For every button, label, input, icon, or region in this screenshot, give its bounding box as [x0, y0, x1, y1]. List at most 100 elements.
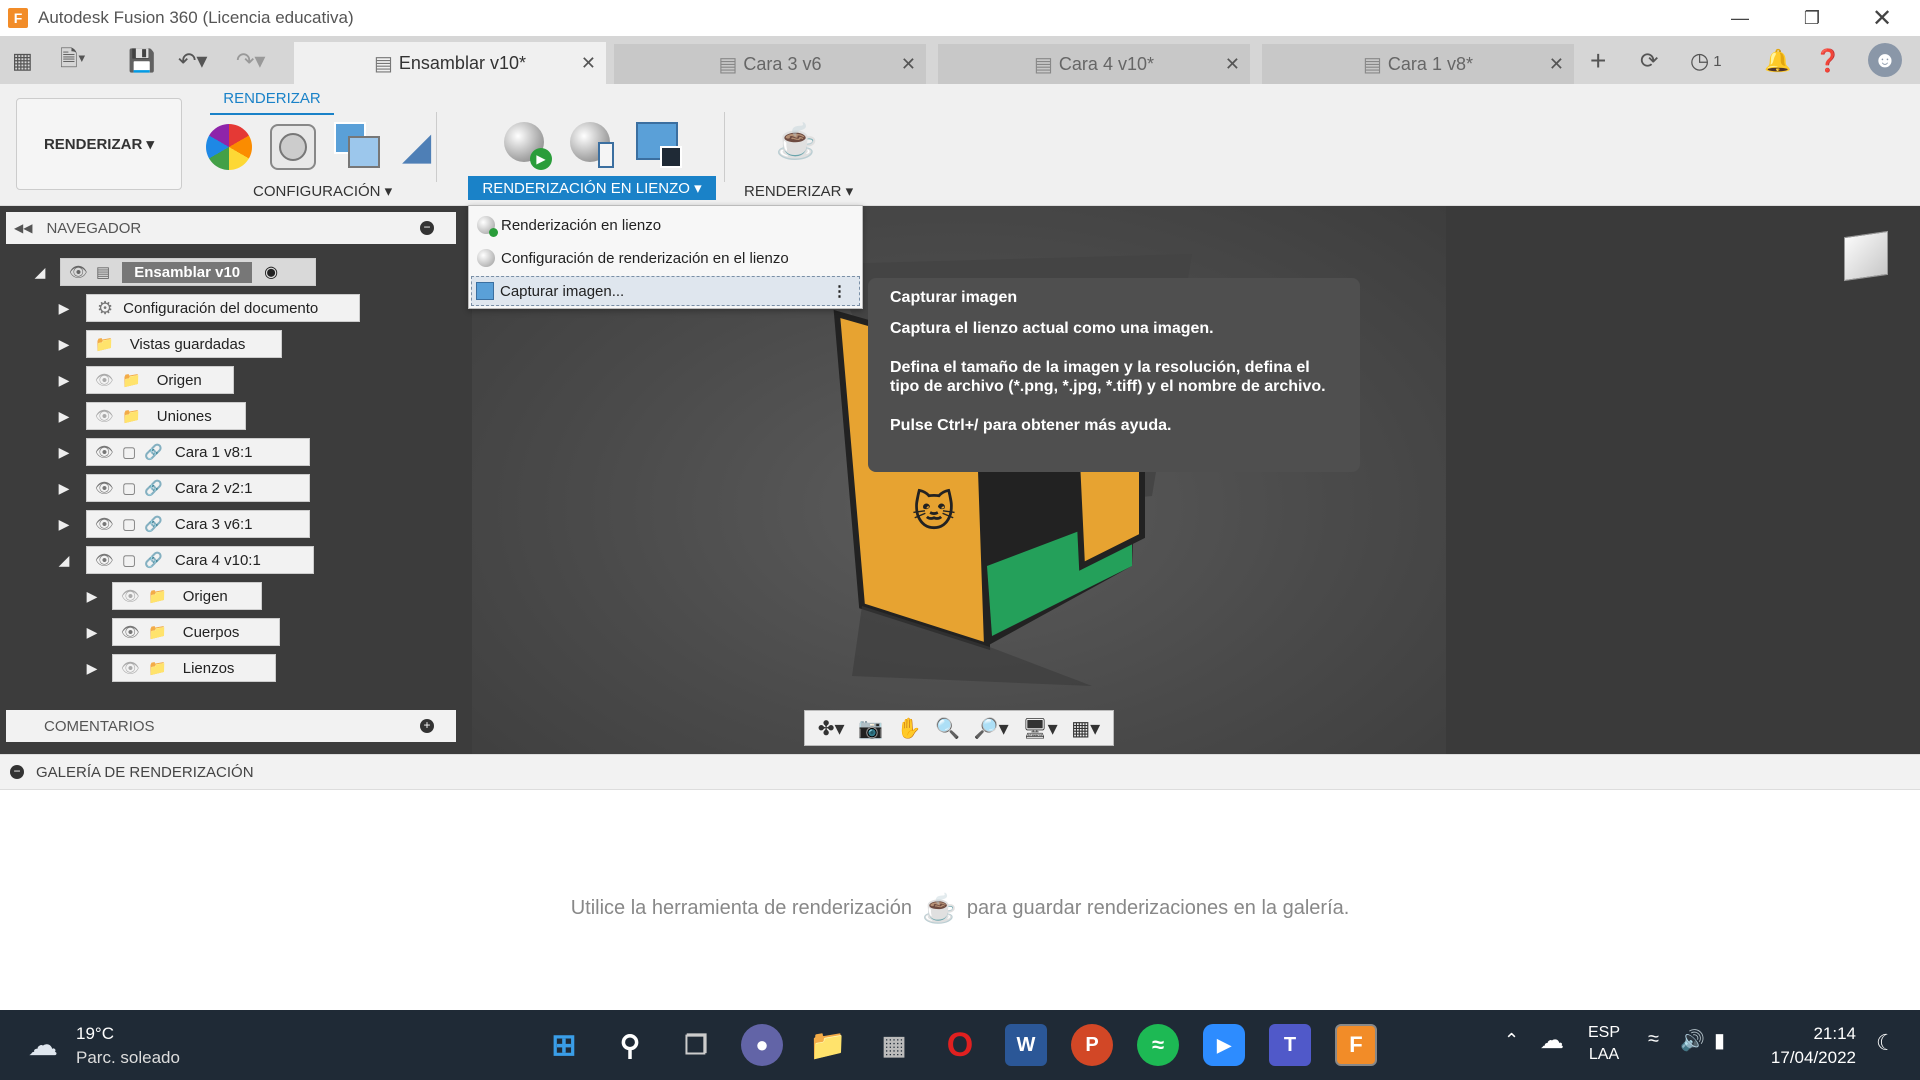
renderizar-group-label[interactable]: RENDERIZAR ▾: [744, 182, 853, 200]
appearance-icon[interactable]: [206, 124, 252, 170]
eye-icon[interactable]: 👁: [69, 263, 88, 281]
tab-renderizar[interactable]: RENDERIZAR: [210, 90, 334, 115]
menu-item-in-canvas-render[interactable]: Renderización en lienzo: [471, 210, 860, 240]
job-status-icon[interactable]: ◷ 1: [1690, 48, 1722, 74]
extensions-icon[interactable]: ⟳: [1640, 48, 1658, 74]
tab-cara-1[interactable]: ▤ Cara 1 v8* ✕: [1262, 44, 1574, 84]
tree-item-doc-settings[interactable]: ⚙ Configuración del documento: [86, 294, 360, 322]
eye-icon[interactable]: 👁: [95, 515, 114, 533]
onedrive-cloud-icon[interactable]: ☁: [1540, 1026, 1564, 1055]
battery-icon[interactable]: ▮: [1714, 1028, 1725, 1053]
add-comment-icon[interactable]: +: [420, 719, 434, 733]
in-canvas-render-icon[interactable]: ▶: [504, 122, 554, 172]
file-explorer-icon[interactable]: 📁: [807, 1024, 849, 1066]
in-canvas-render-settings-icon[interactable]: [570, 122, 620, 172]
expand-arrow-icon[interactable]: ▶: [56, 442, 72, 462]
search-icon[interactable]: ⚲: [609, 1024, 651, 1066]
expand-arrow-icon[interactable]: ▶: [56, 478, 72, 498]
eye-hidden-icon[interactable]: 👁: [95, 371, 114, 389]
notifications-bell-icon[interactable]: 🔔: [1764, 48, 1791, 74]
eye-icon[interactable]: 👁: [95, 443, 114, 461]
opera-icon[interactable]: O: [939, 1024, 981, 1066]
expand-arrow-icon[interactable]: ▶: [56, 514, 72, 534]
collapse-panel-icon[interactable]: ◀◀: [14, 221, 32, 235]
weather-desc[interactable]: Parc. soleado: [76, 1048, 180, 1068]
expand-arrow-icon[interactable]: ▶: [56, 406, 72, 426]
eye-hidden-icon[interactable]: 👁: [95, 407, 114, 425]
clock[interactable]: 21:14 17/04/2022: [1760, 1024, 1856, 1068]
start-windows-icon[interactable]: ⊞: [543, 1024, 585, 1066]
teams-icon[interactable]: T: [1269, 1024, 1311, 1066]
language-indicator[interactable]: ESP LAA: [1588, 1024, 1620, 1064]
orbit-icon[interactable]: ✤▾: [818, 716, 845, 741]
file-menu-icon[interactable]: 🗎▾: [60, 46, 86, 74]
gallery-header[interactable]: − GALERÍA DE RENDERIZACIÓN: [0, 754, 1920, 790]
chat-icon[interactable]: ●: [741, 1024, 783, 1066]
user-avatar[interactable]: ☻: [1868, 43, 1902, 77]
tree-item-origen-sub[interactable]: 👁 📁 Origen: [112, 582, 262, 610]
task-view-icon[interactable]: ❐: [675, 1024, 717, 1066]
display-settings-icon[interactable]: 🖥▾: [1022, 716, 1057, 741]
minimize-panel-icon[interactable]: −: [420, 221, 434, 235]
tree-item-cuerpos[interactable]: 👁 📁 Cuerpos: [112, 618, 280, 646]
scene-settings-icon[interactable]: [270, 124, 316, 170]
more-options-icon[interactable]: ⋮: [832, 282, 847, 300]
app-grid-icon[interactable]: ▦: [12, 48, 33, 74]
texture-map-icon[interactable]: [334, 122, 382, 170]
render-teapot-icon[interactable]: ☕: [772, 122, 822, 162]
menu-item-render-settings[interactable]: Configuración de renderización en el lie…: [471, 243, 860, 273]
grid-icon[interactable]: ▦▾: [1071, 716, 1100, 741]
viewcube[interactable]: [1844, 230, 1888, 282]
expand-arrow-icon[interactable]: ▶: [56, 370, 72, 390]
render-lienzo-group-label[interactable]: RENDERIZACIÓN EN LIENZO ▾: [468, 176, 716, 200]
close-tab-icon[interactable]: ✕: [581, 53, 596, 74]
navegador-header[interactable]: ◀◀ NAVEGADOR −: [6, 212, 456, 244]
tray-chevron-icon[interactable]: ⌃: [1504, 1030, 1519, 1051]
tree-item-uniones[interactable]: 👁 📁 Uniones: [86, 402, 246, 430]
close-tab-icon[interactable]: ✕: [1549, 54, 1564, 75]
workspace-switcher-button[interactable]: RENDERIZAR ▾: [16, 98, 182, 190]
volume-icon[interactable]: 🔊: [1680, 1028, 1705, 1053]
eye-icon[interactable]: 👁: [121, 623, 140, 641]
capture-image-icon[interactable]: [636, 122, 686, 172]
fusion-taskbar-icon[interactable]: F: [1335, 1024, 1377, 1066]
zoom-icon[interactable]: 🔍: [935, 716, 960, 741]
activate-radio-icon[interactable]: ◉: [264, 262, 278, 282]
expand-arrow-icon[interactable]: ◢: [32, 262, 48, 282]
tree-item-cara-1[interactable]: 👁 ▢ 🔗 Cara 1 v8:1: [86, 438, 310, 466]
close-tab-icon[interactable]: ✕: [901, 54, 916, 75]
tree-item-cara-4[interactable]: 👁 ▢ 🔗 Cara 4 v10:1: [86, 546, 314, 574]
expand-arrow-icon[interactable]: ▶: [84, 586, 100, 606]
notification-moon-icon[interactable]: ☾: [1876, 1030, 1896, 1056]
menu-item-capture-image[interactable]: Capturar imagen... ⋮: [471, 276, 860, 306]
redo-icon[interactable]: ↷▾: [236, 48, 265, 74]
tab-cara-3[interactable]: ▤ Cara 3 v6 ✕: [614, 44, 926, 84]
eye-icon[interactable]: 👁: [95, 479, 114, 497]
expand-arrow-icon[interactable]: ◢: [56, 550, 72, 570]
eye-hidden-icon[interactable]: 👁: [121, 659, 140, 677]
tree-root-ensamblar[interactable]: 👁 ▤ Ensamblar v10 ◉: [60, 258, 316, 286]
tree-item-cara-3[interactable]: 👁 ▢ 🔗 Cara 3 v6:1: [86, 510, 310, 538]
tab-cara-4[interactable]: ▤ Cara 4 v10* ✕: [938, 44, 1250, 84]
weather-temp[interactable]: 19°C: [76, 1024, 114, 1044]
wifi-icon[interactable]: ≈: [1648, 1028, 1659, 1051]
tree-item-saved-views[interactable]: 📁 Vistas guardadas: [86, 330, 282, 358]
powerpoint-icon[interactable]: P: [1071, 1024, 1113, 1066]
close-window-button[interactable]: ✕: [1852, 0, 1912, 36]
look-at-icon[interactable]: 📷: [858, 716, 883, 741]
expand-arrow-icon[interactable]: ▶: [84, 658, 100, 678]
eye-icon[interactable]: 👁: [95, 551, 114, 569]
word-icon[interactable]: W: [1005, 1024, 1047, 1066]
close-tab-icon[interactable]: ✕: [1225, 54, 1240, 75]
save-icon[interactable]: 💾: [128, 48, 155, 74]
tree-item-origen[interactable]: 👁 📁 Origen: [86, 366, 234, 394]
collapse-gallery-icon[interactable]: −: [10, 765, 24, 779]
tree-item-lienzos[interactable]: 👁 📁 Lienzos: [112, 654, 276, 682]
weather-cloud-icon[interactable]: ☁: [28, 1028, 58, 1063]
calculator-icon[interactable]: ▦: [873, 1024, 915, 1066]
spotify-icon[interactable]: ≈: [1137, 1024, 1179, 1066]
minimize-button[interactable]: —: [1710, 0, 1770, 36]
help-icon[interactable]: ❓: [1814, 48, 1841, 74]
undo-icon[interactable]: ↶▾: [178, 48, 207, 74]
zoom-icon[interactable]: ▶: [1203, 1024, 1245, 1066]
